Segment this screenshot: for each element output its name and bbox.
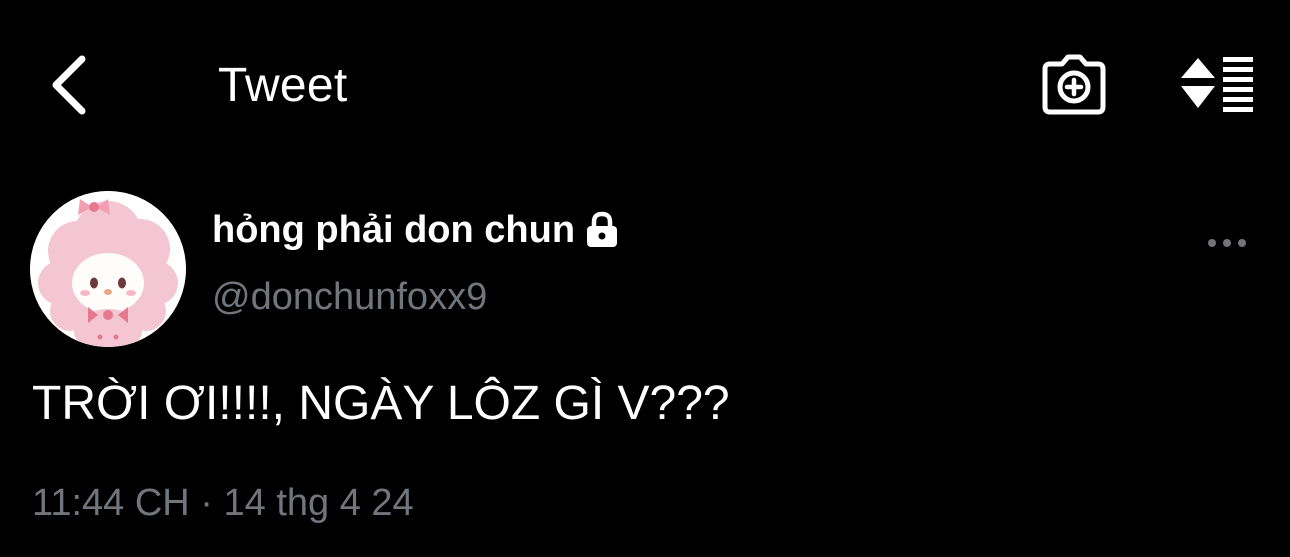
tweet-time: 11:44 CH (32, 482, 190, 524)
camera-add-icon (1042, 54, 1106, 115)
tweet-text: TRỜI ƠI!!!!, NGÀY LÔZ GÌ V??? (32, 377, 730, 430)
sort-list-icon (1181, 57, 1253, 112)
user-handle[interactable]: @donchunfoxx9 (212, 272, 487, 322)
lock-icon (583, 211, 621, 249)
tweet-timestamp[interactable]: 11:44 CH · 14 thg 4 24 (32, 478, 414, 528)
display-name-text: hỏng phải don chun (212, 209, 576, 251)
avatar[interactable] (30, 191, 186, 347)
page-title: Tweet (218, 59, 348, 112)
top-bar: Tweet (0, 0, 1290, 175)
camera-add-button[interactable] (1040, 52, 1108, 118)
chevron-left-icon (52, 55, 86, 115)
more-horizontal-icon (1208, 239, 1246, 247)
back-button[interactable] (38, 50, 98, 120)
more-options-button[interactable] (1200, 225, 1254, 261)
tweet-date: 14 thg 4 24 (223, 482, 414, 524)
timestamp-separator: · (200, 482, 213, 524)
user-display-name[interactable]: hỏng phải don chun (212, 205, 621, 255)
sort-button[interactable] (1178, 52, 1258, 114)
